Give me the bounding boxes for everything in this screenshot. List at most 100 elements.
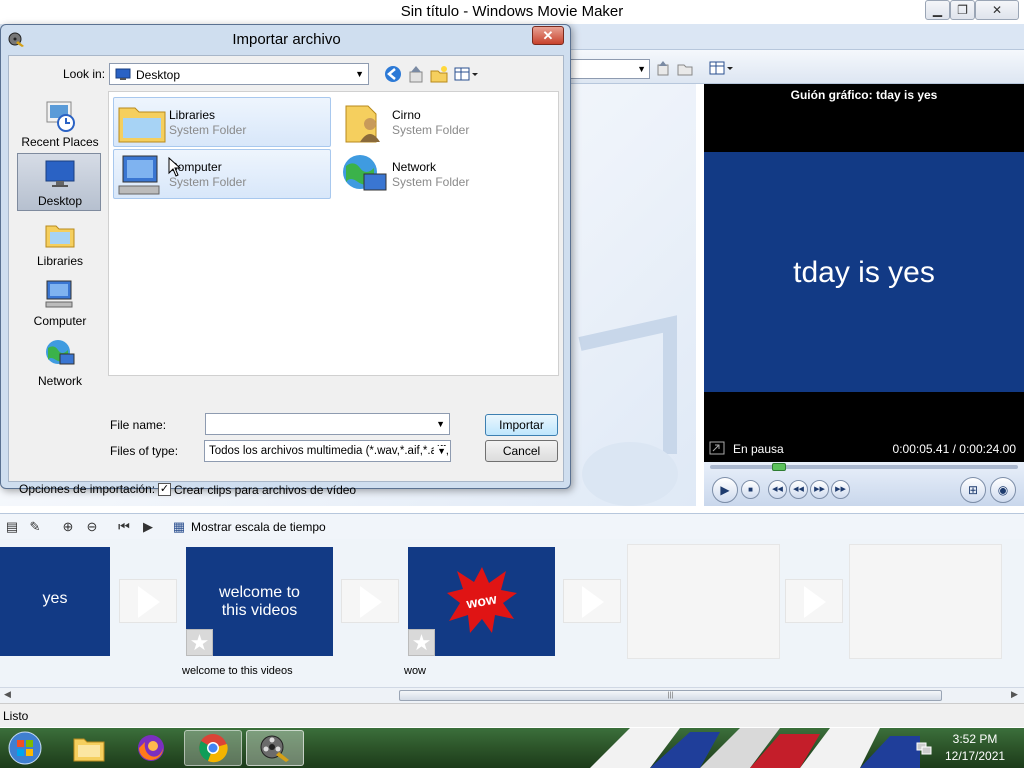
file-item-libraries[interactable]: Libraries System Folder bbox=[113, 97, 331, 147]
look-in-combo[interactable]: Desktop ▼ bbox=[109, 63, 369, 85]
collection-combo[interactable]: ▼ bbox=[570, 59, 650, 79]
files-of-type-select[interactable]: Todos los archivos multimedia (*.wav,*.a… bbox=[204, 440, 451, 462]
seek-thumb[interactable] bbox=[772, 463, 787, 471]
forward-button[interactable]: ▶▶ bbox=[810, 480, 829, 499]
taskbar-chrome[interactable] bbox=[184, 730, 242, 766]
place-desktop[interactable]: Desktop bbox=[17, 153, 101, 211]
show-timeline-button[interactable]: Mostrar escala de tiempo bbox=[191, 520, 326, 534]
computer-icon bbox=[45, 280, 73, 308]
transition-slot[interactable] bbox=[119, 579, 177, 623]
chevron-down-icon[interactable]: ▼ bbox=[436, 419, 445, 429]
stop-button[interactable]: ■ bbox=[741, 480, 760, 499]
play-button[interactable]: ▶ bbox=[712, 477, 738, 503]
file-name: Cirno bbox=[392, 108, 421, 122]
files-of-type-value: Todos los archivos multimedia (*.wav,*.a… bbox=[209, 445, 449, 457]
file-type: System Folder bbox=[392, 175, 470, 189]
taskbar-movie-maker[interactable] bbox=[246, 730, 304, 766]
file-name: Network bbox=[392, 160, 437, 174]
desktop-small-icon bbox=[115, 68, 131, 80]
dialog-title: Importar archivo bbox=[232, 31, 341, 48]
transition-slot[interactable] bbox=[563, 579, 621, 623]
empty-clip-slot[interactable] bbox=[627, 544, 780, 659]
playback-time: 0:00:05.41 / 0:00:24.00 bbox=[892, 442, 1016, 456]
movie-maker-icon bbox=[260, 735, 289, 762]
scroll-right-icon[interactable]: ▶ bbox=[1011, 689, 1018, 700]
narrate-icon[interactable]: ✎ bbox=[27, 519, 43, 535]
clock-date[interactable]: 12/17/2021 bbox=[945, 749, 1005, 763]
network-icon bbox=[343, 155, 387, 191]
computer-icon bbox=[118, 155, 160, 195]
view-menu-icon[interactable] bbox=[453, 64, 481, 84]
file-item-network[interactable]: Network System Folder bbox=[336, 149, 554, 199]
clip-title: welcome to this videos bbox=[219, 584, 300, 619]
scroll-left-icon[interactable]: ◀ bbox=[4, 689, 11, 700]
transition-slot[interactable] bbox=[785, 579, 843, 623]
rewind-button[interactable]: ◀◀ bbox=[789, 480, 808, 499]
network-tray-icon[interactable] bbox=[916, 740, 932, 756]
storyboard-scrollbar[interactable]: ◀ ||| ▶ bbox=[0, 687, 1024, 703]
split-clip-button[interactable]: ⊞ bbox=[960, 477, 986, 503]
taskbar-firefox[interactable] bbox=[122, 730, 180, 766]
rewind-storyboard-icon[interactable]: ⏮ bbox=[116, 519, 132, 535]
place-recent-places[interactable]: Recent Places bbox=[17, 94, 101, 152]
new-folder-icon[interactable] bbox=[429, 64, 449, 84]
clock-time[interactable]: 3:52 PM bbox=[945, 732, 1005, 746]
app-titlebar: Sin título - Windows Movie Maker ▁ ❐ ✕ bbox=[0, 0, 1024, 24]
storyboard-clip[interactable]: yes bbox=[0, 547, 110, 656]
seek-bar[interactable] bbox=[710, 465, 1018, 469]
place-network[interactable]: Network bbox=[17, 333, 101, 391]
up-folder-icon[interactable] bbox=[654, 59, 672, 77]
folder-icon bbox=[73, 738, 105, 762]
file-item-cirno[interactable]: Cirno System Folder bbox=[336, 97, 554, 147]
effect-star-icon[interactable]: ★ bbox=[408, 629, 435, 656]
back-icon[interactable] bbox=[383, 64, 403, 84]
timeline-scale-icon[interactable]: ▦ bbox=[171, 519, 187, 535]
desktop-icon bbox=[45, 160, 75, 187]
file-name-label: File name: bbox=[110, 418, 167, 432]
start-button[interactable] bbox=[2, 730, 48, 766]
empty-clip-slot[interactable] bbox=[849, 544, 1002, 659]
create-clips-checkbox[interactable]: ✓ bbox=[158, 483, 171, 496]
transition-slot[interactable] bbox=[341, 579, 399, 623]
file-name-input[interactable]: ▼ bbox=[205, 413, 450, 435]
preview-title-text: tday is yes bbox=[793, 256, 935, 289]
views-icon[interactable] bbox=[708, 59, 734, 77]
chevron-down-icon[interactable]: ▼ bbox=[434, 446, 446, 456]
restore-button[interactable]: ❐ bbox=[950, 0, 975, 20]
clip-caption: welcome to this videos bbox=[182, 665, 293, 677]
minimize-button[interactable]: ▁ bbox=[925, 0, 950, 20]
file-list: Libraries System Folder Cirno System Fol… bbox=[108, 91, 559, 376]
play-storyboard-icon[interactable]: ▶ bbox=[140, 519, 156, 535]
close-window-button[interactable]: ✕ bbox=[975, 0, 1019, 20]
storyboard-clip[interactable]: welcome to this videos ★ bbox=[186, 547, 333, 656]
place-computer[interactable]: Computer bbox=[17, 273, 101, 331]
new-folder-icon[interactable] bbox=[676, 59, 694, 77]
zoom-out-icon[interactable]: ⊖ bbox=[84, 519, 100, 535]
next-frame-button[interactable]: ▶▶ bbox=[831, 480, 850, 499]
dialog-close-button[interactable]: ✕ bbox=[532, 26, 564, 45]
up-one-level-icon[interactable] bbox=[406, 64, 426, 84]
places-bar: Recent Places Desktop Libraries Computer… bbox=[15, 91, 105, 391]
taskbar-explorer[interactable] bbox=[60, 730, 118, 766]
storyboard-clip[interactable]: wow ★ bbox=[408, 547, 555, 656]
take-picture-button[interactable]: ◉ bbox=[990, 477, 1016, 503]
monitor-title: Guión gráfico: tday is yes bbox=[790, 88, 938, 102]
taskbar: 3:52 PM 12/17/2021 bbox=[0, 728, 1024, 768]
file-item-computer[interactable]: Computer System Folder bbox=[113, 149, 331, 199]
file-name: Libraries bbox=[169, 108, 216, 122]
fullscreen-icon[interactable] bbox=[709, 441, 725, 455]
effect-star-icon[interactable]: ★ bbox=[186, 629, 213, 656]
import-options-label: Opciones de importación: bbox=[19, 482, 156, 496]
zoom-in-icon[interactable]: ⊕ bbox=[60, 519, 76, 535]
scrollbar-thumb[interactable]: ||| bbox=[399, 690, 942, 701]
place-label: Desktop bbox=[37, 194, 83, 208]
network-icon bbox=[46, 340, 75, 365]
playback-controls: ▶ ■ ◀◀ ◀◀ ▶▶ ▶▶ ⊞ ◉ bbox=[704, 462, 1024, 506]
import-button[interactable]: Importar bbox=[485, 414, 558, 436]
previous-frame-button[interactable]: ◀◀ bbox=[768, 480, 787, 499]
create-clips-label[interactable]: Crear clips para archivos de vídeo bbox=[174, 483, 356, 497]
libraries-icon bbox=[45, 225, 75, 248]
cancel-button[interactable]: Cancel bbox=[485, 440, 558, 462]
storyboard-icon[interactable]: ▤ bbox=[4, 519, 20, 535]
place-libraries[interactable]: Libraries bbox=[17, 213, 101, 271]
